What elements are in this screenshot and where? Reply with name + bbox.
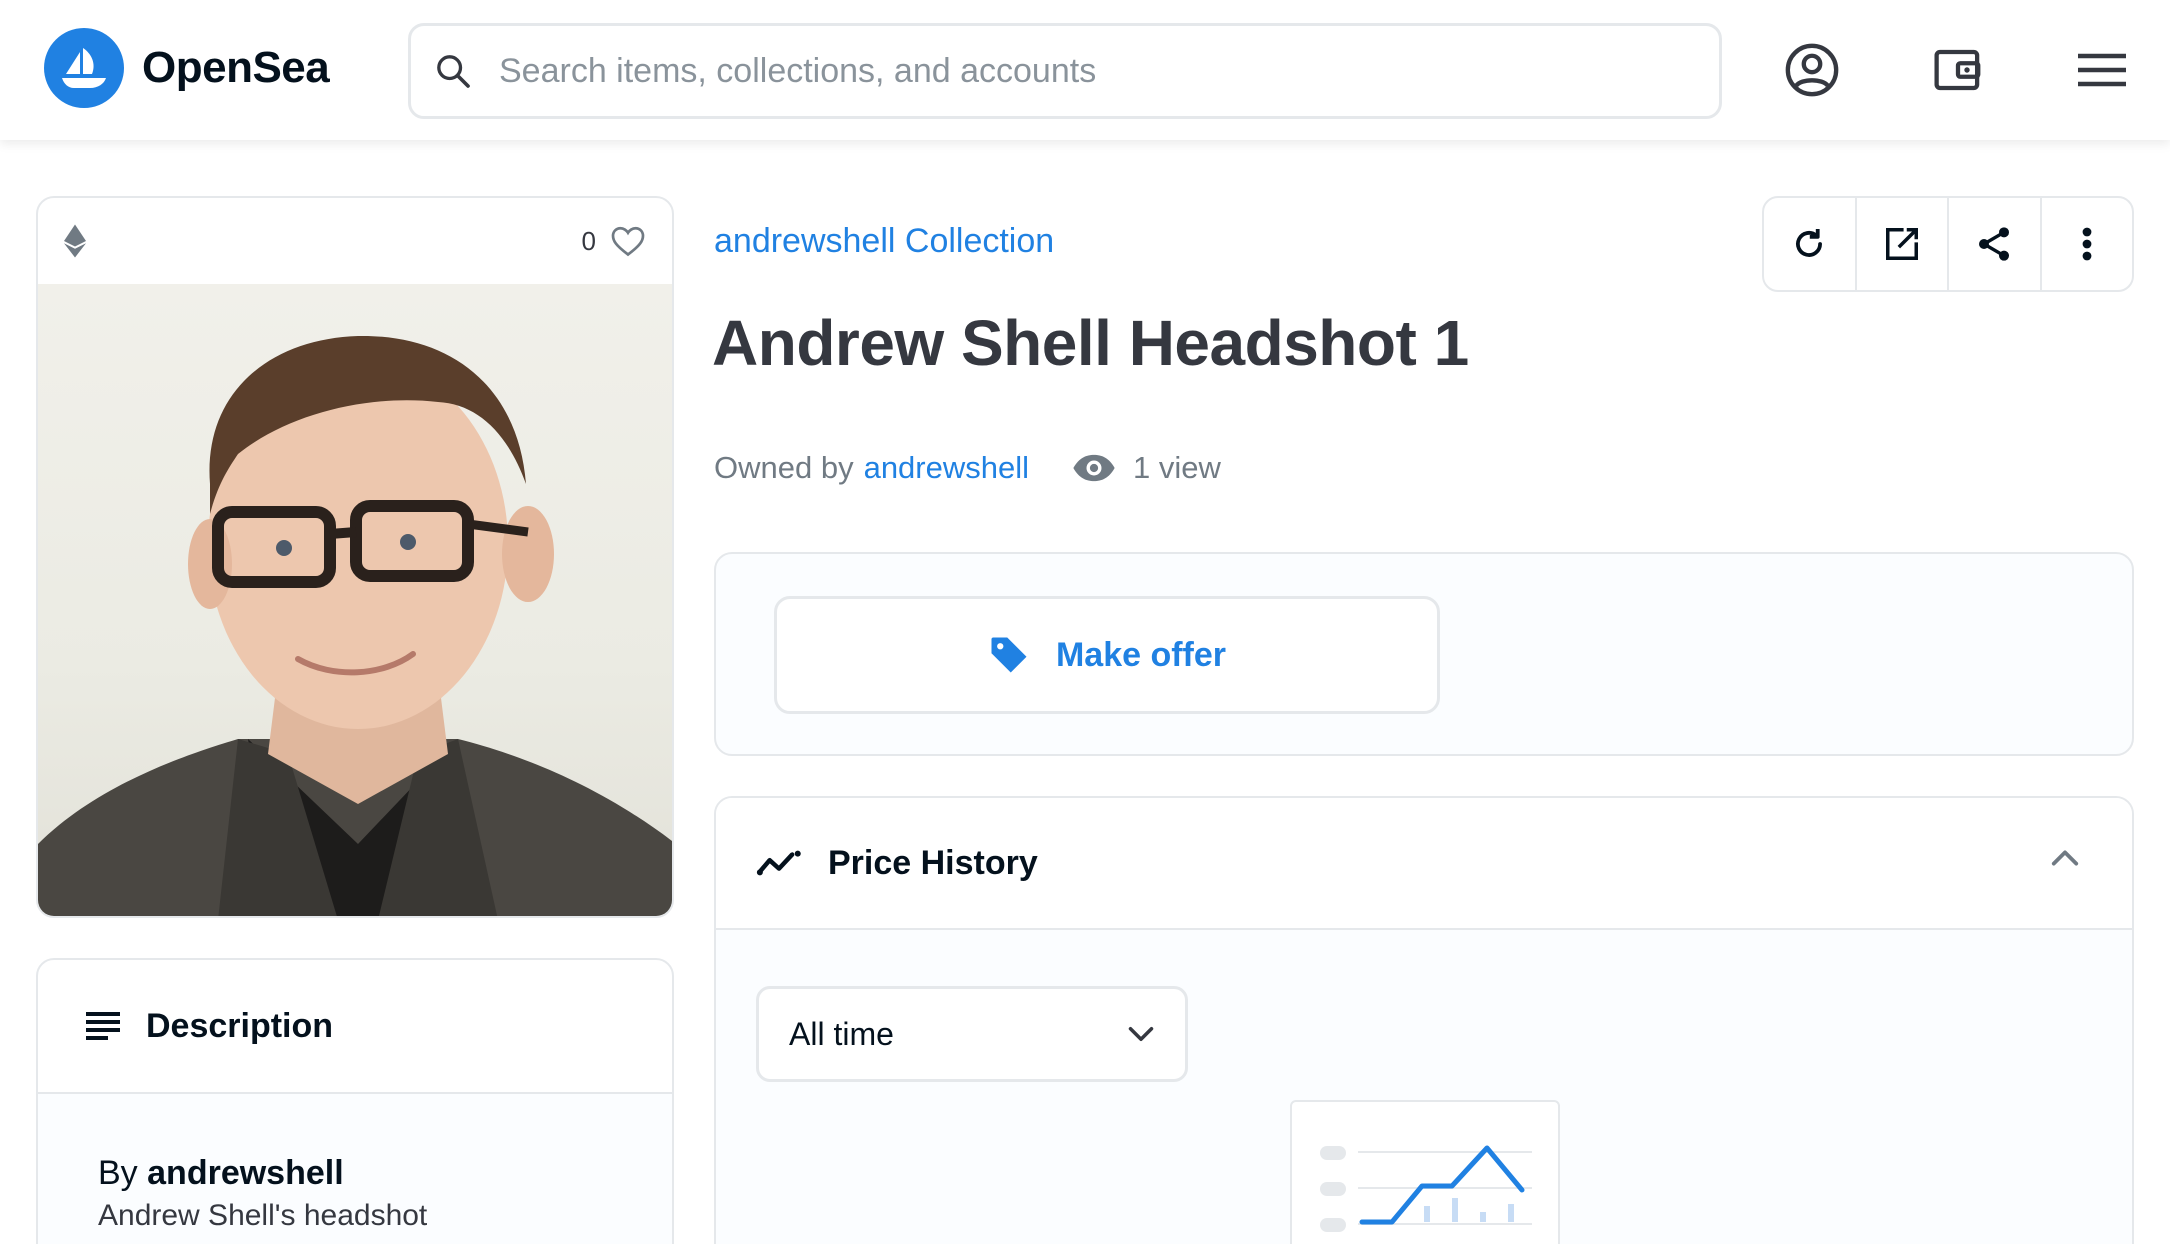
wallet-icon[interactable] bbox=[1926, 38, 1990, 102]
time-range-value: All time bbox=[789, 1015, 894, 1052]
search-input[interactable] bbox=[499, 51, 1679, 91]
trending-line-icon bbox=[756, 850, 801, 876]
price-history-body: All time bbox=[716, 930, 2132, 1244]
heart-icon bbox=[611, 226, 645, 257]
description-lines-icon bbox=[86, 1012, 120, 1040]
description-creator-line: By andrewshell bbox=[98, 1154, 672, 1193]
item-title: Andrew Shell Headshot 1 bbox=[712, 307, 1469, 379]
description-panel: Description By andrewshell Andrew Shell'… bbox=[36, 958, 674, 1244]
share-button[interactable] bbox=[1949, 198, 2042, 290]
creator-link[interactable]: andrewshell bbox=[147, 1154, 344, 1192]
share-icon bbox=[1979, 227, 2010, 261]
favorite-button[interactable]: 0 bbox=[582, 224, 646, 258]
by-label: By bbox=[98, 1154, 138, 1192]
price-history-header[interactable]: Price History bbox=[716, 798, 2132, 930]
opensea-logo[interactable]: OpenSea bbox=[44, 28, 330, 108]
refresh-button[interactable] bbox=[1764, 198, 1857, 290]
owner-link[interactable]: andrewshell bbox=[864, 450, 1029, 486]
search-icon bbox=[437, 55, 470, 88]
ownership-row: Owned by andrewshell 1 view bbox=[714, 450, 1221, 486]
offer-panel: Make offer bbox=[714, 552, 2134, 756]
opensea-logo-icon bbox=[44, 28, 124, 108]
menu-icon[interactable] bbox=[2070, 38, 2134, 102]
time-range-select[interactable]: All time bbox=[756, 986, 1188, 1082]
top-navbar: OpenSea bbox=[0, 0, 2170, 140]
external-link-icon bbox=[1885, 228, 1918, 260]
price-history-title: Price History bbox=[828, 843, 1038, 882]
media-card-header: 0 bbox=[38, 198, 672, 284]
make-offer-label: Make offer bbox=[1055, 635, 1227, 674]
tag-icon bbox=[991, 637, 1027, 673]
view-count: 1 view bbox=[1071, 450, 1221, 486]
eye-icon bbox=[1073, 454, 1115, 482]
view-count-text: 1 view bbox=[1133, 450, 1221, 485]
owned-by-label: Owned by bbox=[714, 450, 854, 485]
collection-link[interactable]: andrewshell Collection bbox=[714, 222, 1054, 261]
more-icon bbox=[2082, 227, 2092, 261]
external-link-button[interactable] bbox=[1857, 198, 1949, 290]
description-header[interactable]: Description bbox=[38, 960, 672, 1094]
description-body: By andrewshell Andrew Shell's headshot bbox=[38, 1094, 672, 1244]
no-data-chart-illustration bbox=[1290, 1100, 1560, 1244]
price-history-panel: Price History All time bbox=[714, 796, 2134, 1244]
search-bar[interactable] bbox=[408, 23, 1722, 119]
profile-icon[interactable] bbox=[1780, 38, 1844, 102]
chevron-up-icon[interactable] bbox=[2050, 848, 2080, 868]
item-action-bar bbox=[1762, 196, 2134, 292]
favorite-count: 0 bbox=[581, 225, 596, 256]
ethereum-icon bbox=[64, 224, 86, 258]
description-title: Description bbox=[146, 1006, 334, 1045]
item-media-card: 0 bbox=[36, 196, 674, 918]
more-options-button[interactable] bbox=[2042, 198, 2133, 290]
brand-name: OpenSea bbox=[142, 43, 330, 92]
item-image[interactable] bbox=[38, 284, 672, 916]
description-text: Andrew Shell's headshot bbox=[98, 1199, 428, 1232]
make-offer-button[interactable]: Make offer bbox=[774, 596, 1440, 714]
chevron-down-icon bbox=[1128, 1027, 1154, 1041]
refresh-icon bbox=[1796, 228, 1823, 257]
